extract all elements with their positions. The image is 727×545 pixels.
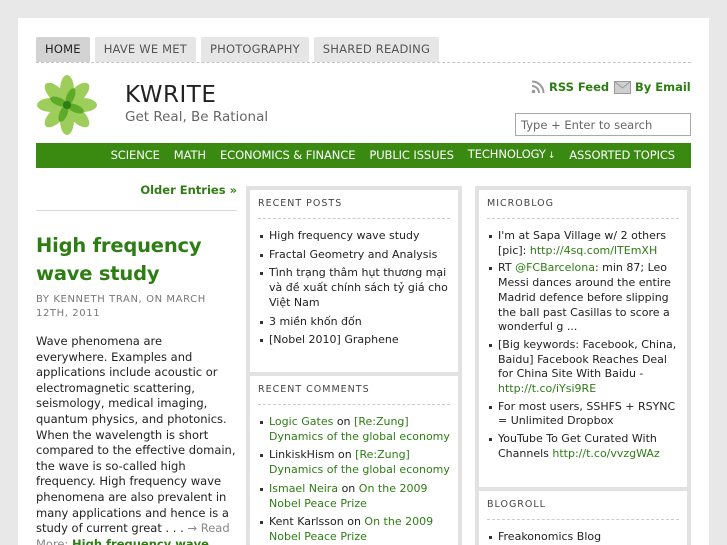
search-input[interactable] — [515, 113, 691, 136]
post-excerpt: Wave phenomena are everywhere. Examples … — [36, 334, 237, 545]
tab-home[interactable]: HOME — [36, 37, 90, 62]
recent-comments-widget: RECENT COMMENTS Logic Gates on [Re:Zung]… — [246, 372, 462, 545]
tab-shared-reading[interactable]: SHARED READING — [313, 37, 440, 62]
tab-have-we-met[interactable]: HAVE WE MET — [94, 37, 196, 62]
recent-post-link[interactable]: [Nobel 2010] Graphene — [258, 333, 450, 348]
blogroll-title: BLOGROLL — [487, 499, 679, 520]
rss-icon — [531, 80, 545, 94]
comment-author-link[interactable]: Logic Gates — [269, 415, 333, 428]
blogroll-link[interactable]: Freakonomics Blog — [487, 530, 679, 545]
comment-author: LinkiskHism — [269, 448, 335, 462]
recent-post-link[interactable]: Fractal Geometry and Analysis — [258, 248, 450, 263]
recent-post-link[interactable]: Tình trạng thâm hụt thương mại và đề xuấ… — [258, 266, 450, 310]
comment-item: Logic Gates on [Re:Zung] Dynamics of the… — [258, 415, 450, 444]
blogroll-widget: BLOGROLL Freakonomics Blog — [475, 487, 691, 545]
comment-item: Ismael Neira on On the 2009 Nobel Peace … — [258, 482, 450, 511]
site-tagline: Get Real, Be Rational — [125, 109, 269, 125]
tweet-text: RT — [498, 261, 516, 275]
rss-feed-link[interactable]: RSS Feed — [531, 80, 609, 94]
tabs-divider — [36, 62, 691, 63]
comment-on-label: on — [343, 515, 365, 529]
microblog-title: MICROBLOG — [487, 198, 679, 219]
microblog-list: I'm at Sapa Village w/ 2 others [pic]: h… — [487, 229, 679, 462]
nav-assorted-topics[interactable]: ASSORTED TOPICS — [562, 143, 682, 168]
tweet-item: RT @FCBarcelona: min 87; Leo Messi dance… — [487, 261, 679, 335]
tweet-link[interactable]: http://t.co/iYsi9RE — [498, 382, 596, 395]
recent-posts-title: RECENT POSTS — [258, 198, 450, 219]
recent-posts-list: High frequency wave study Fractal Geomet… — [258, 229, 450, 348]
nav-math[interactable]: MATH — [167, 143, 213, 168]
tweet-text: For most users, SSHFS + RSYNC = Unlimite… — [498, 399, 676, 428]
main-column: Older Entries » High frequency wave stud… — [36, 183, 237, 545]
comment-on-label: on — [338, 481, 359, 495]
microblog-widget: MICROBLOG I'm at Sapa Village w/ 2 other… — [475, 186, 691, 491]
email-subscribe-link[interactable]: By Email — [614, 80, 691, 94]
tweet-link[interactable]: http://t.co/vvzgWAz — [552, 447, 659, 460]
nav-technology-label: TECHNOLOGY — [467, 147, 546, 161]
envelope-icon — [614, 80, 631, 94]
email-subscribe-label: By Email — [635, 80, 691, 94]
blogroll-list: Freakonomics Blog — [487, 530, 679, 545]
recent-post-link[interactable]: High frequency wave study — [258, 229, 450, 244]
comment-item: Kent Karlsson on On the 2009 Nobel Peace… — [258, 515, 450, 544]
nav-public-issues[interactable]: PUBLIC ISSUES — [362, 143, 460, 168]
comment-on-label: on — [333, 415, 355, 428]
comment-on-label: on — [334, 448, 356, 462]
rss-feed-label: RSS Feed — [549, 80, 610, 94]
tweet-link[interactable]: http://4sq.com/lTEmXH — [530, 244, 657, 257]
recent-post-link[interactable]: 3 miền khốn đốn — [258, 315, 450, 330]
recent-comments-title: RECENT COMMENTS — [258, 384, 450, 405]
site-logo-icon[interactable] — [36, 74, 98, 136]
nav-science[interactable]: SCIENCE — [104, 143, 167, 168]
page: HOME HAVE WE MET PHOTOGRAPHY SHARED READ… — [18, 18, 709, 545]
top-tabs: HOME HAVE WE MET PHOTOGRAPHY SHARED READ… — [36, 37, 440, 62]
post-meta: BY KENNETH TRAN, ON MARCH 12TH, 2011 — [36, 294, 206, 319]
nav-economics-finance[interactable]: ECONOMICS & FINANCE — [213, 143, 362, 168]
comment-author-link[interactable]: Ismael Neira — [269, 482, 338, 495]
nav-technology[interactable]: TECHNOLOGY ↓ — [461, 142, 563, 169]
chevron-down-icon: ↓ — [547, 151, 556, 161]
category-nav: SCIENCE MATH ECONOMICS & FINANCE PUBLIC … — [36, 143, 691, 168]
recent-posts-widget: RECENT POSTS High frequency wave study F… — [246, 186, 462, 386]
tab-photography[interactable]: PHOTOGRAPHY — [200, 37, 309, 62]
recent-comments-list: Logic Gates on [Re:Zung] Dynamics of the… — [258, 415, 450, 545]
tweet-item: [Big keywords: Facebook, China, Baidu] F… — [487, 338, 679, 397]
site-title[interactable]: KWRITE — [125, 82, 216, 108]
post-excerpt-text: Wave phenomena are everywhere. Examples … — [36, 334, 236, 536]
tweet-item: I'm at Sapa Village w/ 2 others [pic]: h… — [487, 229, 679, 258]
older-entries-link[interactable]: Older Entries » — [36, 183, 237, 211]
comment-author: Kent Karlsson — [269, 515, 344, 529]
comment-item: LinkiskHism on [Re:Zung] Dynamics of the… — [258, 448, 450, 477]
tweet-item: For most users, SSHFS + RSYNC = Unlimite… — [487, 400, 679, 429]
tweet-item: YouTube To Get Curated With Channels htt… — [487, 432, 679, 461]
tweet-text: [Big keywords: Facebook, China, Baidu] F… — [498, 337, 677, 381]
post-title[interactable]: High frequency wave study — [36, 232, 237, 288]
tweet-mention-link[interactable]: @FCBarcelona — [515, 261, 595, 274]
